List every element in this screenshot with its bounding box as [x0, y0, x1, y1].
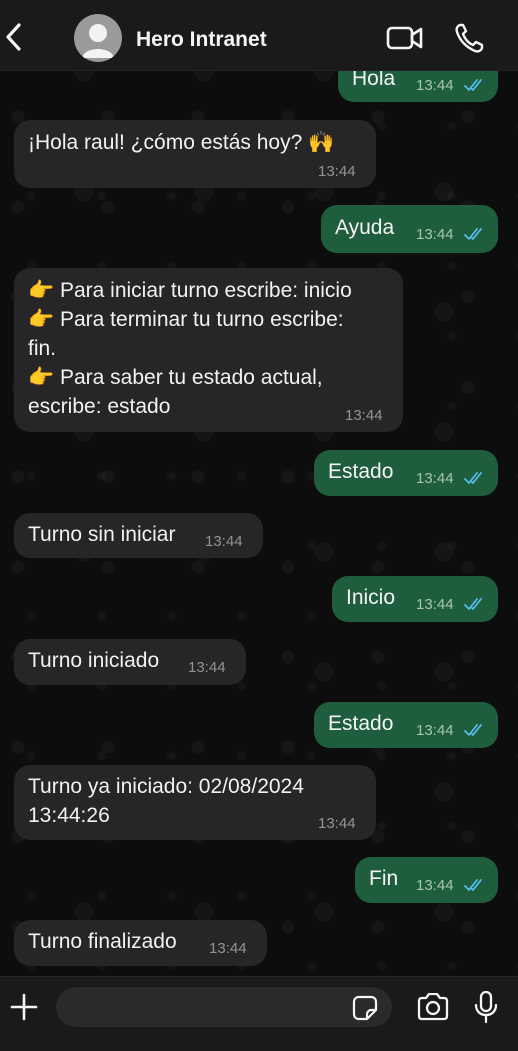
message-text: Fin: [369, 867, 399, 890]
chat-header: Hero Intranet: [0, 0, 518, 71]
sticker-button[interactable]: [352, 995, 378, 1021]
microphone-icon: [474, 990, 498, 1024]
message-line: 👉 Para terminar tu turno escribe:: [28, 308, 344, 331]
message-text: Turno iniciado: [28, 649, 160, 672]
message-time: 13:44: [188, 659, 226, 676]
message-text: 👉 Para iniciar turno escribe: inicio 👉 P…: [28, 276, 352, 421]
message-text: Turno sin iniciar: [28, 523, 176, 546]
message-line: 👉 Para iniciar turno escribe: inicio: [28, 279, 352, 302]
message-line: fin.: [28, 337, 57, 360]
contact-name[interactable]: Hero Intranet: [136, 28, 267, 52]
double-check-icon: [464, 472, 482, 484]
message-time: 13:44: [209, 940, 247, 957]
message-incoming[interactable]: Turno sin iniciar 13:44: [14, 513, 263, 558]
microphone-button[interactable]: [474, 990, 498, 1024]
message-time: 13:44: [416, 877, 454, 894]
video-camera-icon: [386, 26, 423, 50]
message-time: 13:44: [416, 596, 454, 613]
double-check-icon: [464, 879, 482, 891]
plus-icon: [10, 993, 38, 1021]
message-outgoing[interactable]: Estado 13:44: [314, 702, 498, 748]
message-line: Turno ya iniciado: 02/08/2024: [28, 775, 304, 798]
message-line: 13:44:26: [28, 804, 110, 827]
message-incoming[interactable]: 👉 Para iniciar turno escribe: inicio 👉 P…: [14, 268, 403, 432]
camera-button[interactable]: [416, 992, 450, 1021]
message-outgoing[interactable]: Estado 13:44: [314, 450, 498, 496]
message-text: Ayuda: [335, 216, 395, 239]
sticker-icon: [352, 995, 378, 1021]
message-outgoing[interactable]: Ayuda 13:44: [321, 205, 498, 253]
chevron-left-icon[interactable]: [2, 20, 28, 54]
message-line: 👉 Para saber tu estado actual,: [28, 366, 323, 389]
double-check-icon: [464, 79, 482, 91]
double-check-icon: [464, 598, 482, 610]
voice-call-button[interactable]: [454, 22, 484, 54]
message-time: 13:44: [318, 815, 356, 832]
default-avatar-icon: [82, 24, 114, 58]
message-text: Inicio: [346, 586, 396, 609]
message-text: ¡Hola raul! ¿cómo estás hoy? 🙌: [28, 131, 335, 154]
message-time: 13:44: [205, 533, 243, 550]
video-call-button[interactable]: [386, 24, 424, 52]
message-time: 13:44: [416, 470, 454, 487]
message-incoming[interactable]: ¡Hola raul! ¿cómo estás hoy? 🙌 13:44: [14, 120, 376, 188]
double-check-icon: [464, 228, 482, 240]
attach-button[interactable]: [10, 993, 38, 1021]
message-time: 13:44: [318, 163, 356, 180]
composer-bar: [0, 976, 518, 1051]
message-time: 13:44: [345, 407, 383, 424]
message-text: Turno finalizado: [28, 930, 177, 953]
message-outgoing[interactable]: Inicio 13:44: [332, 576, 498, 622]
message-line: escribe: estado: [28, 395, 171, 418]
message-outgoing[interactable]: Fin 13:44: [355, 857, 498, 903]
message-text: Estado: [328, 460, 394, 483]
message-text: Turno ya iniciado: 02/08/2024 13:44:26: [28, 772, 304, 830]
message-incoming[interactable]: Turno finalizado 13:44: [14, 920, 267, 966]
message-text: Estado: [328, 712, 394, 735]
message-incoming[interactable]: Turno iniciado 13:44: [14, 639, 246, 685]
message-time: 13:44: [416, 722, 454, 739]
message-time: 13:44: [416, 77, 454, 94]
message-time: 13:44: [416, 226, 454, 243]
message-input[interactable]: [56, 987, 392, 1027]
phone-icon: [455, 23, 484, 53]
double-check-icon: [464, 724, 482, 736]
camera-icon: [417, 992, 449, 1021]
avatar[interactable]: [74, 14, 122, 62]
message-incoming[interactable]: Turno ya iniciado: 02/08/2024 13:44:26 1…: [14, 765, 376, 840]
